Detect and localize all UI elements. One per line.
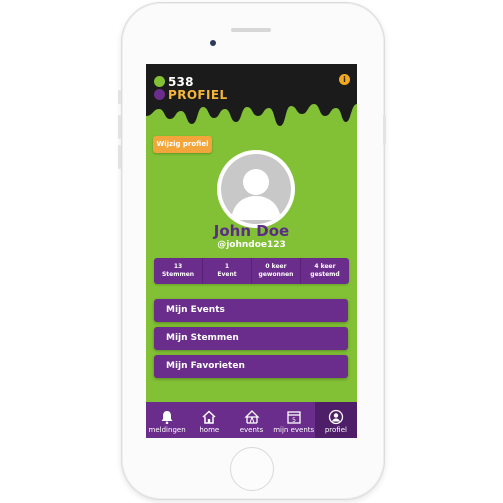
bottom-tab-bar: meldingen home events 5 mijn events prof… bbox=[146, 402, 357, 438]
tab-label: mijn events bbox=[273, 426, 315, 434]
home-icon bbox=[202, 410, 216, 424]
tab-events[interactable]: events bbox=[230, 402, 272, 438]
tab-profiel[interactable]: profiel bbox=[314, 402, 357, 438]
phone-side-button bbox=[118, 90, 121, 104]
profile-name: John Doe bbox=[213, 222, 290, 240]
stat-value: 1 bbox=[224, 263, 230, 270]
stat-gewonnen: 0 keer gewonnen bbox=[252, 258, 301, 284]
bell-icon bbox=[161, 411, 173, 425]
phone-side-button bbox=[118, 145, 121, 169]
stats-bar: 13 Stemmen 1 Event 0 keer gewonnen 4 kee… bbox=[154, 258, 349, 284]
info-icon[interactable]: i bbox=[339, 74, 350, 85]
tab-label: profiel bbox=[324, 426, 347, 434]
tab-label: meldingen bbox=[148, 426, 186, 434]
avatar bbox=[217, 150, 295, 228]
my-votes-button[interactable]: Mijn Stemmen bbox=[154, 327, 348, 350]
stat-label: gewonnen bbox=[258, 271, 294, 278]
tab-meldingen[interactable]: meldingen bbox=[146, 402, 188, 438]
phone-speaker bbox=[231, 28, 271, 32]
logo-dot-green bbox=[154, 76, 165, 87]
tent-icon bbox=[243, 410, 260, 424]
edit-profile-button[interactable]: Wijzig profiel bbox=[153, 136, 212, 153]
stat-label: Stemmen bbox=[161, 271, 195, 278]
phone-side-button bbox=[118, 115, 121, 139]
my-favorites-button[interactable]: Mijn Favorieten bbox=[154, 355, 348, 378]
tab-label: events bbox=[239, 426, 264, 434]
stat-gestemd: 4 keer gestemd bbox=[301, 258, 349, 284]
phone-camera bbox=[210, 40, 216, 46]
profile-icon bbox=[328, 409, 344, 425]
app-screen: 538 PROFIEL i Wijzig profiel John Doe @j… bbox=[146, 64, 357, 438]
stat-label: gestemd bbox=[310, 271, 340, 278]
svg-text:5: 5 bbox=[292, 417, 296, 424]
phone-home-button[interactable] bbox=[230, 447, 274, 491]
page-title: PROFIEL bbox=[168, 88, 228, 102]
stat-event: 1 Event bbox=[203, 258, 252, 284]
profile-handle: @johndoe123 bbox=[217, 240, 286, 250]
stat-label: Event bbox=[217, 271, 237, 278]
logo-dot-purple bbox=[154, 89, 165, 100]
stat-value: 4 keer bbox=[314, 263, 336, 270]
user-silhouette-icon bbox=[231, 169, 281, 220]
tab-mijn-events[interactable]: 5 mijn events bbox=[273, 402, 315, 438]
stat-value: 13 bbox=[173, 263, 183, 270]
tab-label: home bbox=[199, 426, 220, 434]
phone-side-button bbox=[383, 115, 386, 145]
calendar-icon: 5 bbox=[287, 411, 301, 424]
my-events-button[interactable]: Mijn Events bbox=[154, 299, 348, 322]
stat-stemmen: 13 Stemmen bbox=[154, 258, 203, 284]
logo-number: 538 bbox=[168, 75, 194, 89]
stat-value: 0 keer bbox=[265, 263, 287, 270]
tab-home[interactable]: home bbox=[188, 402, 230, 438]
